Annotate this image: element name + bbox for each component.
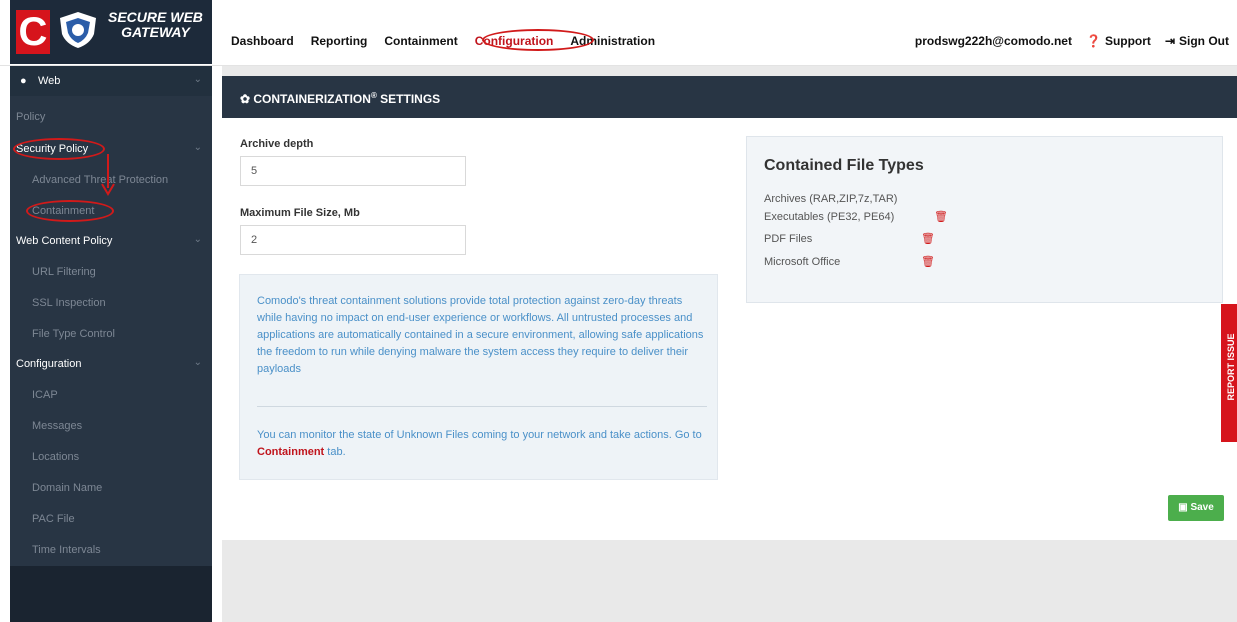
- sidebar-item-containment[interactable]: Containment: [10, 196, 212, 226]
- signout-icon: ⇥: [1164, 34, 1175, 48]
- sidebar-item-label: PAC File: [32, 513, 75, 525]
- types-title: Contained File Types: [764, 157, 924, 174]
- contained-file-types-box: Contained File Types Archives (RAR,ZIP,7…: [746, 136, 1223, 303]
- sidebar-item-web[interactable]: ● Web ⌄: [10, 66, 212, 96]
- nav-dashboard[interactable]: Dashboard: [231, 34, 294, 48]
- sidebar-item-label: Messages: [32, 420, 83, 432]
- logo[interactable]: C SECURE WEB GATEWAY: [10, 0, 212, 64]
- chevron-down-icon: ⌄: [193, 357, 202, 368]
- sidebar-item-icap[interactable]: ICAP: [10, 380, 212, 410]
- chevron-down-icon: ⌄: [193, 234, 202, 245]
- signout-label: Sign Out: [1179, 34, 1229, 48]
- max-file-size-input[interactable]: [240, 225, 466, 255]
- nav-containment[interactable]: Containment: [384, 34, 457, 48]
- nav-administration[interactable]: Administration: [570, 34, 655, 48]
- account-bar: prodswg222h@comodo.net ❓ Support ⇥ Sign Ou…: [915, 34, 1229, 48]
- sidebar-item-file-type-control[interactable]: File Type Control: [10, 319, 212, 349]
- sidebar-item-label: File Type Control: [32, 328, 115, 340]
- archive-depth-input[interactable]: [240, 156, 466, 186]
- trash-icon[interactable]: 🗑: [921, 257, 935, 268]
- support-link[interactable]: ❓ Support: [1086, 34, 1151, 48]
- chevron-down-icon: ⌄: [193, 74, 202, 85]
- containment-link[interactable]: Containment: [257, 446, 324, 458]
- sidebar-item-label: Domain Name: [32, 482, 103, 494]
- logo-mark: C: [16, 10, 50, 54]
- settings-panel: ✿ CONTAINERIZATION® SETTINGS Archive dep…: [222, 76, 1237, 540]
- trash-icon[interactable]: 🗑: [921, 234, 935, 245]
- title-suffix: SETTINGS: [376, 92, 441, 106]
- archive-depth-label: Archive depth: [240, 138, 314, 150]
- sidebar-item-label: Advanced Threat Protection: [32, 174, 169, 186]
- panel-header: ✿ CONTAINERIZATION® SETTINGS: [222, 76, 1237, 118]
- sidebar-item-web-content-policy[interactable]: Web Content Policy ⌄: [10, 226, 212, 256]
- sidebar-item-label: Locations: [32, 451, 80, 463]
- sidebar-item-messages[interactable]: Messages: [10, 411, 212, 441]
- sidebar-item-domain-name[interactable]: Domain Name: [10, 473, 212, 503]
- sidebar-item-security-policy[interactable]: Security Policy ⌄: [10, 134, 212, 164]
- sidebar-footer: [10, 566, 212, 622]
- nav-reporting[interactable]: Reporting: [311, 34, 368, 48]
- sidebar-item-label: URL Filtering: [32, 266, 96, 278]
- sidebar-item-label: ICAP: [32, 389, 58, 401]
- sidebar-item-url-filtering[interactable]: URL Filtering: [10, 257, 212, 287]
- save-label: Save: [1190, 502, 1214, 513]
- globe-icon: ●: [20, 75, 27, 87]
- sidebar-item-label: Security Policy: [16, 143, 89, 155]
- user-email[interactable]: prodswg222h@comodo.net: [915, 34, 1072, 48]
- app-root: C SECURE WEB GATEWAY Dashboard Reporting…: [0, 0, 1237, 622]
- sidebar-item-time-intervals[interactable]: Time Intervals: [10, 535, 212, 565]
- sidebar-item-label: Policy: [16, 111, 46, 123]
- logo-text: SECURE WEB GATEWAY: [108, 10, 203, 40]
- page-title: ✿ CONTAINERIZATION® SETTINGS: [240, 91, 440, 106]
- sidebar-item-label: Web Content Policy: [16, 235, 113, 247]
- sidebar-item-advanced-threat-protection[interactable]: Advanced Threat Protection: [10, 165, 212, 195]
- title-text: CONTAINERIZATION: [253, 92, 371, 106]
- info-box: Comodo's threat containment solutions pr…: [239, 274, 718, 480]
- save-button[interactable]: ▣ Save: [1168, 495, 1224, 521]
- info-paragraph: Comodo's threat containment solutions pr…: [257, 295, 704, 375]
- logo-line2: GATEWAY: [121, 24, 190, 40]
- shield-icon: [60, 12, 96, 48]
- report-issue-tab[interactable]: REPORT ISSUE: [1221, 304, 1237, 442]
- sidebar-item-label: Time Intervals: [32, 544, 101, 556]
- gear-icon: ✿: [240, 92, 254, 106]
- info-text: You can monitor the state of Unknown Fil…: [257, 429, 702, 441]
- top-bar: C SECURE WEB GATEWAY Dashboard Reporting…: [0, 0, 1237, 66]
- info-text-end: tab.: [324, 446, 346, 458]
- divider: [257, 406, 707, 407]
- save-icon: ▣: [1178, 502, 1191, 513]
- max-file-size-label: Maximum File Size, Mb: [240, 207, 360, 219]
- sidebar-item-label: Containment: [32, 205, 95, 217]
- info-paragraph-2: You can monitor the state of Unknown Fil…: [257, 427, 707, 461]
- main-nav: Dashboard Reporting Containment Configur…: [231, 34, 672, 48]
- sidebar-item-label: SSL Inspection: [32, 297, 106, 309]
- report-issue-label: REPORT ISSUE: [1226, 333, 1236, 401]
- file-type-item: Microsoft Office: [764, 256, 841, 268]
- file-type-item: Archives (RAR,ZIP,7z,TAR): [764, 193, 898, 205]
- chevron-down-icon: ⌄: [193, 142, 202, 153]
- main-content: ✿ CONTAINERIZATION® SETTINGS Archive dep…: [222, 66, 1237, 622]
- sidebar-item-ssl-inspection[interactable]: SSL Inspection: [10, 288, 212, 318]
- sidebar-item-label: Configuration: [16, 358, 82, 370]
- sidebar-item-locations[interactable]: Locations: [10, 442, 212, 472]
- sidebar-item-label: Web: [38, 75, 61, 87]
- file-type-item: Executables (PE32, PE64): [764, 211, 895, 223]
- file-type-item: PDF Files: [764, 233, 813, 245]
- logo-line1: SECURE WEB: [108, 9, 203, 25]
- signout-link[interactable]: ⇥ Sign Out: [1165, 34, 1229, 48]
- support-label: Support: [1104, 34, 1151, 48]
- trash-icon[interactable]: 🗑: [934, 212, 948, 223]
- sidebar-item-configuration[interactable]: Configuration ⌄: [10, 349, 212, 379]
- nav-configuration[interactable]: Configuration: [475, 34, 554, 48]
- sidebar: ● Web ⌄ Policy Security Policy ⌄ Advance…: [10, 66, 212, 622]
- sidebar-item-policy[interactable]: Policy: [10, 102, 212, 132]
- help-icon: ❓: [1085, 34, 1101, 48]
- sidebar-item-pac-file[interactable]: PAC File: [10, 504, 212, 534]
